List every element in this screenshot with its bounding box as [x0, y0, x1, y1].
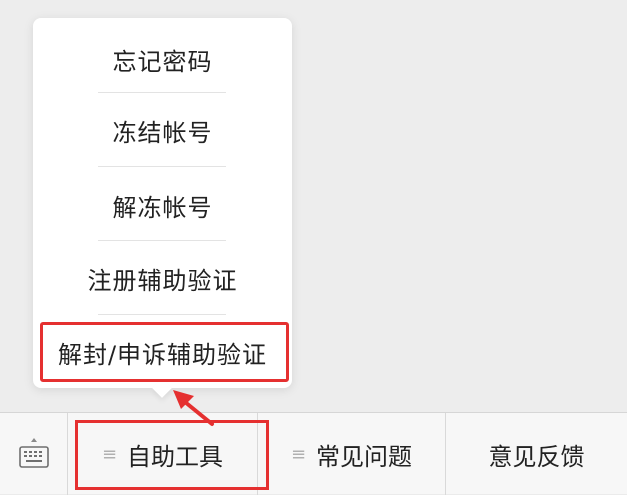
menu-divider	[98, 166, 226, 167]
menu-item-forgot-password[interactable]: 忘记密码	[33, 22, 292, 96]
menu-item-register-verification[interactable]: 注册辅助验证	[33, 241, 292, 315]
menu-lines-icon: ≡	[290, 443, 307, 465]
menu-item-freeze-account[interactable]: 冻结帐号	[33, 93, 292, 167]
keyboard-toggle-button[interactable]	[0, 413, 68, 495]
tab-label: 意见反馈	[488, 442, 585, 471]
annotation-highlight-tab	[75, 420, 269, 490]
keyboard-icon	[18, 438, 49, 468]
annotation-highlight-menu-item	[40, 322, 289, 382]
tab-label: 常见问题	[316, 442, 413, 471]
tab-faq[interactable]: ≡ 常见问题	[258, 413, 446, 495]
tab-feedback[interactable]: 意见反馈	[446, 413, 627, 495]
menu-item-unfreeze-account[interactable]: 解冻帐号	[33, 168, 292, 242]
